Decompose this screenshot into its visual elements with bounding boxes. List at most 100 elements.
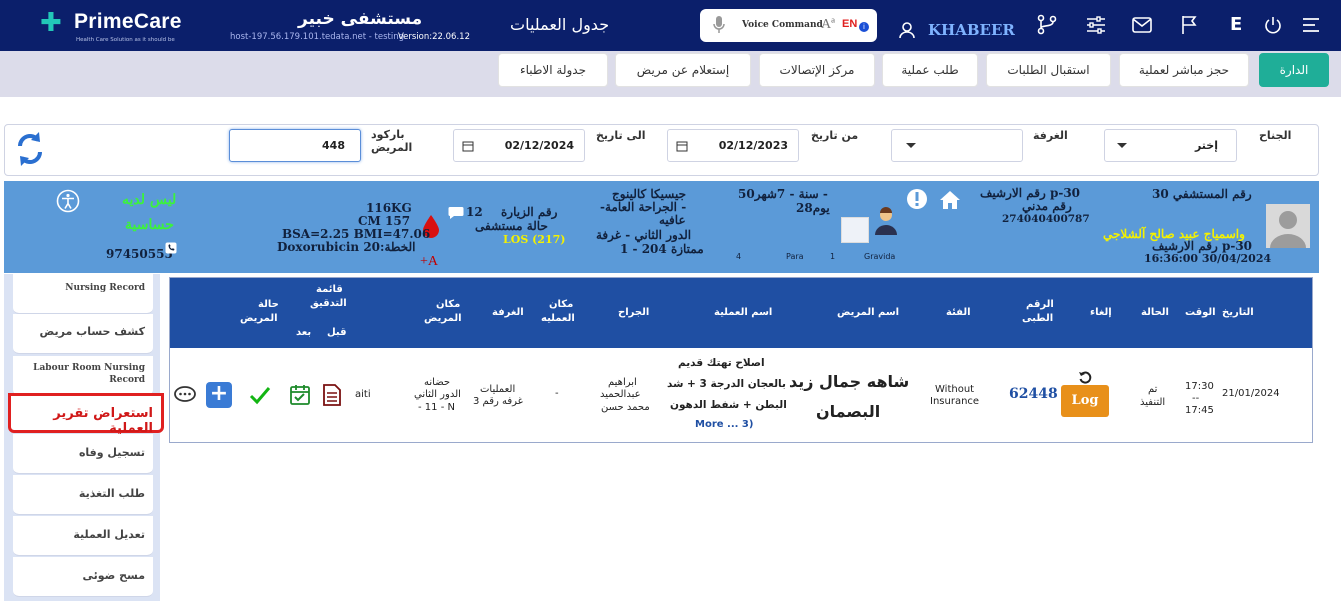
info-icon[interactable]: i [859,22,869,32]
sidebar-item-operation-report[interactable]: استعراض تقرير العملية [8,393,164,436]
row-surgeon-2: عبدالحميد [600,389,641,400]
patient-days: 28يوم [796,201,830,215]
table-row[interactable]: 21/01/2024 17:30 -- 17:45 تم التنفيذ Log… [170,348,1312,442]
hospital-name: مستشفى خبير [298,9,423,29]
row-room-2: غرفه رقم 3 [473,396,523,407]
tab-contact-center[interactable]: مركز الإتصالات [759,53,875,87]
sidebar-item-account-statement[interactable]: كشف حساب مريض [13,314,153,354]
col-date: التاريخ [1222,307,1254,318]
calendar-icon[interactable] [676,140,688,152]
from-date-input[interactable]: 02/12/2023 [667,129,799,162]
sidebar-item-labour-room[interactable]: Labour Room Nursing Record [13,356,153,396]
los-value: LOS (217) [503,233,566,246]
accessibility-icon[interactable] [56,189,80,213]
row-patient-place: حضانه [424,377,451,388]
filter-panel: الجناح إختر الغرفة من تاريخ 02/12/2023 ا… [4,124,1319,176]
sidebar-item-scan[interactable]: مسح ضوئى [13,557,153,597]
barcode-label-2: المريض [371,141,413,154]
patient-height: CM 157 [358,214,411,228]
row-patient-name-2: البصمان [816,402,881,421]
tab-direct-booking[interactable]: حجز مباشر لعملية [1119,53,1249,87]
e-shortcut[interactable]: E [1230,14,1242,35]
archive-number: رقم الارشيف p-30 [1152,239,1253,253]
col-cancel: إلغاء [1090,307,1112,318]
chat-icon[interactable] [174,386,196,404]
col-checklist-2: التدقيق [310,298,347,309]
language-toggle[interactable]: EN [842,18,857,30]
doctor-name: جيسيكا كالينوج [612,187,687,201]
ward-select[interactable]: إختر [1104,129,1237,162]
checkmark-icon[interactable] [249,386,271,406]
menu-icon[interactable] [1300,13,1324,37]
col-op-place: مكان [549,299,574,310]
power-icon[interactable] [1261,13,1285,37]
microphone-icon[interactable] [712,15,726,35]
row-medical-no[interactable]: 62448 [1009,386,1058,402]
col-after: بعد [296,327,312,338]
row-operation-more[interactable]: More ... 3) [695,419,753,430]
flag-icon[interactable] [1178,13,1202,37]
col-room: الغرفة [492,307,524,318]
to-date-input[interactable]: 02/12/2024 [453,129,585,162]
to-date-label: الى تاريخ [596,129,646,142]
refresh-icon[interactable] [15,128,45,170]
undo-icon[interactable] [1078,370,1092,384]
room-select[interactable] [891,129,1023,162]
tab-administration[interactable]: الدارة [1259,53,1329,87]
col-medical-no: الرقم [1026,299,1054,310]
patient-bsa-bmi: BSA=2.25 BMI=47.06 [282,227,431,241]
chat-bubble-icon[interactable] [448,206,464,219]
sidebar: Nursing Record كشف حساب مريض Labour Room… [4,274,164,601]
col-patient-state-2: المريض [240,313,278,324]
row-date: 21/01/2024 [1222,388,1280,399]
col-category: الفئة [946,307,971,318]
row-surgeon-3: محمد حسن [601,402,650,413]
add-button[interactable]: + [206,382,232,408]
phone-icon[interactable] [165,242,177,254]
col-checklist: قائمة [316,284,343,295]
branch-icon[interactable] [1035,13,1059,37]
col-status: الحالة [1141,307,1169,318]
barcode-input[interactable]: 448 [229,129,361,162]
col-patient-place-2: المريض [424,313,462,324]
from-date-value: 02/12/2023 [718,139,788,152]
patient-photo-placeholder [841,217,869,243]
tab-patient-inquiry[interactable]: إستعلام عن مريض [615,53,751,87]
col-medical-no-2: الطبى [1022,313,1054,324]
voice-command-box[interactable]: Voice Command Aª EN i [700,9,877,42]
home-icon[interactable] [938,190,962,210]
row-operation: اصلاح تهتك قديم [678,357,765,369]
tab-request-operation[interactable]: طلب عملية [882,53,978,87]
calendar-icon[interactable] [462,140,474,152]
civil-label: رقم مدني [1022,199,1072,213]
sidebar-item-edit-operation[interactable]: تعديل العملية [13,516,153,556]
host-label: host-197.56.179.101.tedata.net - testing [230,32,405,42]
sidebar-item-nutrition-request[interactable]: طلب التغذية [13,475,153,515]
log-button[interactable]: Log [1061,385,1109,417]
patient-age: 50سنة - 7شهر - [738,187,828,201]
row-category-2: Insurance [930,396,980,407]
tab-doctor-schedule[interactable]: جدولة الاطباء [498,53,608,87]
font-size-icon[interactable]: Aª [821,17,835,33]
row-status-2: التنفيذ [1140,397,1166,408]
row-category: Without [935,384,975,395]
calendar-check-icon[interactable] [289,384,311,406]
sidebar-item-nursing-record[interactable]: Nursing Record [13,274,153,314]
col-patient-place: مكان [436,299,461,310]
row-patient-place-2: الدور الثاني [414,389,461,400]
primecare-logo[interactable]: ✚ PrimeCare Health Care Solution as it s… [40,8,200,44]
version-label: Version:22.06.12 [398,32,470,42]
mail-icon[interactable] [1130,13,1154,37]
hospital-number: رقم المستشفي 30 [1152,187,1252,201]
alert-icon[interactable] [906,188,928,210]
to-date-value: 02/12/2024 [504,139,574,152]
sidebar-item-death-record[interactable]: تسجيل وفاه [13,434,153,474]
row-surgeon: ابراهيم [608,377,637,388]
document-icon[interactable] [322,384,342,406]
settings-sliders-icon[interactable] [1084,13,1108,37]
from-date-label: من تاريخ [811,129,859,142]
user-name[interactable]: KHABEER [928,21,1015,39]
tab-receive-requests[interactable]: استقبال الطلبات [986,53,1111,87]
archive-label: رقم الارشيف p-30 [980,186,1081,200]
treatment-plan: Doxorubicin 20:الخطة [277,240,416,254]
